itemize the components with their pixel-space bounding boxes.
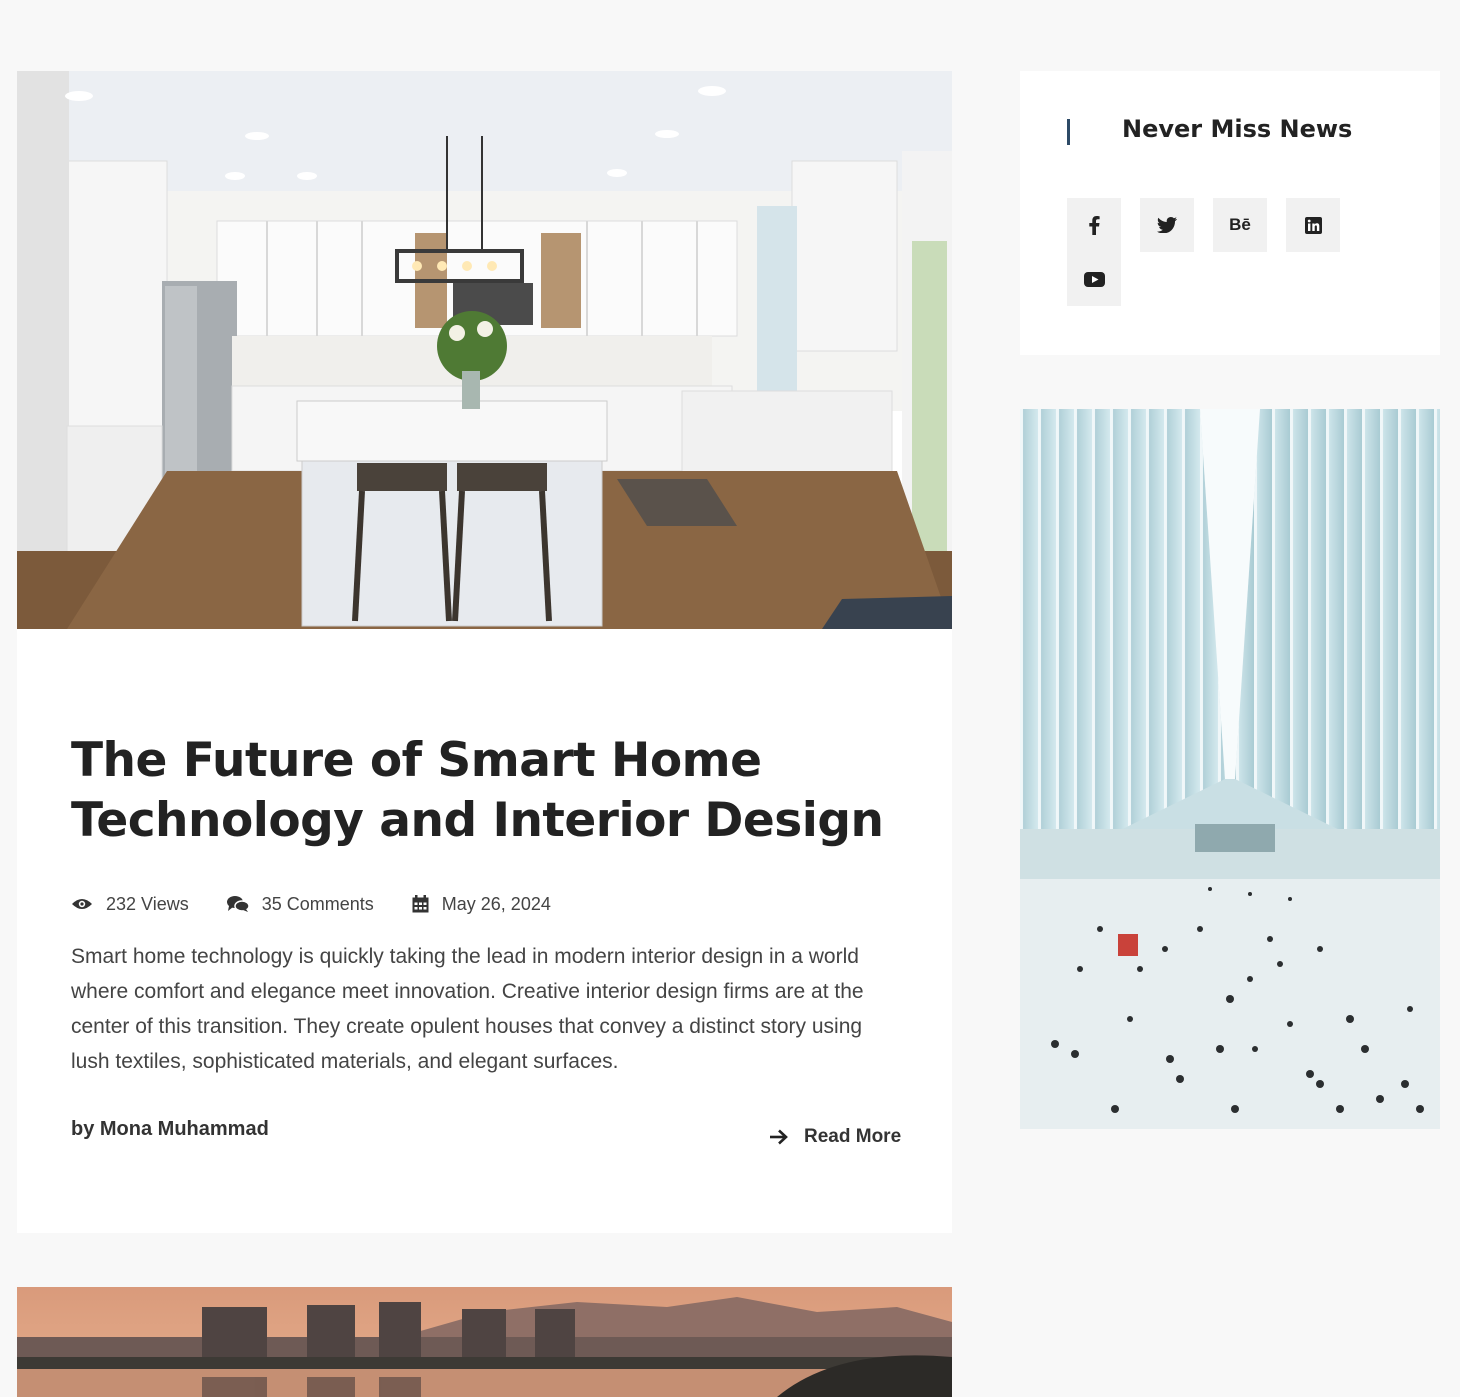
twitter-button[interactable] (1140, 198, 1194, 252)
youtube-icon (1083, 271, 1105, 287)
read-more-link[interactable]: Read More (769, 1126, 901, 1148)
post-featured-image[interactable] (17, 71, 952, 629)
post-featured-image-2[interactable] (17, 1287, 952, 1397)
behance-button[interactable]: Bē (1213, 198, 1267, 252)
comments-count: 35 Comments (261, 893, 374, 914)
post-date: May 26, 2024 (441, 893, 551, 914)
linkedin-icon (1304, 216, 1322, 234)
linkedin-button[interactable] (1286, 198, 1340, 252)
date-meta: May 26, 2024 (412, 894, 551, 915)
widget-title: Never Miss News (1122, 115, 1353, 143)
twitter-icon (1157, 217, 1177, 233)
blog-post-card-2 (17, 1287, 952, 1397)
post-author[interactable]: by Mona Muhammad (71, 1118, 269, 1141)
post-title[interactable]: The Future of Smart Home Technology and … (71, 731, 891, 851)
widget-accent-bar (1067, 119, 1070, 145)
youtube-button[interactable] (1067, 252, 1121, 306)
post-meta: 232 Views 35 Comments May 26, 2024 (71, 889, 589, 919)
sidebar-ad-image[interactable] (1020, 409, 1440, 1129)
comments-meta[interactable]: 35 Comments (226, 893, 374, 915)
post-excerpt: Smart home technology is quickly taking … (71, 945, 864, 1073)
facebook-icon (1088, 215, 1100, 235)
views-meta: 232 Views (71, 894, 189, 915)
comments-icon (226, 896, 249, 912)
read-more-label: Read More (804, 1126, 902, 1147)
blog-post-card: The Future of Smart Home Technology and … (17, 71, 952, 1233)
arrow-right-icon (770, 1129, 788, 1145)
calendar-icon (412, 895, 429, 913)
never-miss-news-widget: Never Miss News Bē (1020, 71, 1440, 355)
facebook-button[interactable] (1067, 198, 1121, 252)
eye-icon (72, 899, 92, 909)
views-count: 232 Views (106, 893, 189, 914)
behance-icon: Bē (1229, 215, 1251, 234)
